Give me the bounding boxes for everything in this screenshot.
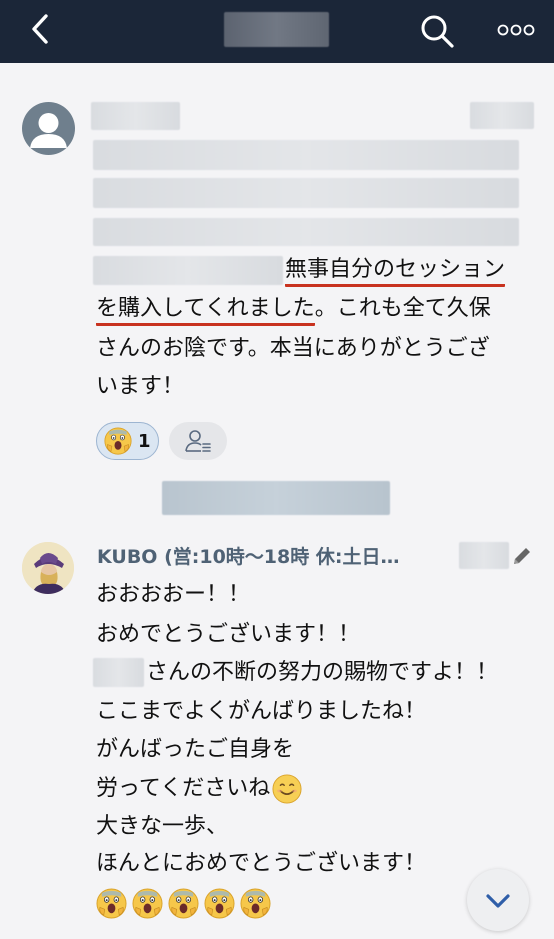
highlighted-text: 無事自分のセッション	[285, 257, 506, 287]
message-text: さんのお陰です。本当にありがとうござ	[96, 336, 490, 361]
chat-title-redacted	[224, 12, 329, 47]
message-text: 大きな一歩、	[96, 814, 229, 839]
screaming-face-emoji	[132, 888, 163, 919]
screaming-face-emoji	[104, 427, 132, 455]
chevron-left-icon	[32, 14, 48, 44]
emoji-row	[96, 888, 271, 919]
search-button[interactable]	[416, 10, 458, 52]
reaction-count: 1	[138, 430, 151, 452]
message-text: ここまでよくがんばりましたね！	[96, 699, 427, 724]
sender-avatar-image	[22, 542, 74, 594]
avatar[interactable]	[22, 542, 74, 594]
scroll-to-bottom-button[interactable]	[467, 869, 529, 931]
message-text: ほんとにおめでとうございます！	[96, 851, 427, 876]
more-horizontal-icon	[497, 24, 535, 36]
avatar[interactable]	[22, 102, 75, 155]
edit-button[interactable]	[511, 545, 533, 567]
back-button[interactable]	[22, 10, 62, 50]
message-text: 労ってくださいね	[96, 774, 302, 804]
chevron-down-icon	[486, 894, 510, 908]
reaction-pill[interactable]: 1	[96, 422, 159, 460]
reaction-list-button[interactable]	[169, 422, 227, 460]
message-text-redacted	[93, 218, 519, 246]
sender-name[interactable]: KUBO (営:10時〜18時 休:土日…	[97, 542, 399, 569]
screaming-face-emoji	[240, 888, 271, 919]
date-divider-redacted	[162, 481, 390, 515]
message-text: います！	[96, 374, 185, 399]
highlighted-text: を購入してくれました	[96, 296, 315, 326]
screaming-face-emoji	[96, 888, 127, 919]
message-text-redacted	[93, 256, 283, 285]
default-user-avatar-icon	[30, 113, 67, 148]
user-reaction-list-icon	[185, 430, 211, 452]
smiling-face-emoji	[272, 774, 302, 804]
message-text: おめでとうございます！！	[96, 622, 361, 647]
screaming-face-emoji	[204, 888, 235, 919]
message-text-redacted	[93, 178, 519, 208]
message-text: がんばったご自身を	[96, 737, 295, 762]
message-text-redacted	[93, 140, 519, 170]
message-text: おおおおー！！	[96, 582, 251, 607]
message-text: 無事自分のセッション	[285, 255, 506, 287]
top-bar	[0, 0, 554, 63]
timestamp-redacted	[459, 542, 509, 569]
pencil-icon	[514, 548, 530, 564]
message-text: を購入してくれました。これも全て久保	[96, 294, 491, 326]
message-text: さんの不断の努力の賜物ですよ！！	[146, 660, 499, 685]
name-redacted	[93, 658, 144, 687]
screaming-face-emoji	[168, 888, 199, 919]
sender-name-redacted	[91, 102, 180, 130]
more-options-button[interactable]	[494, 17, 538, 43]
timestamp-redacted	[470, 102, 534, 129]
search-icon	[421, 15, 454, 48]
